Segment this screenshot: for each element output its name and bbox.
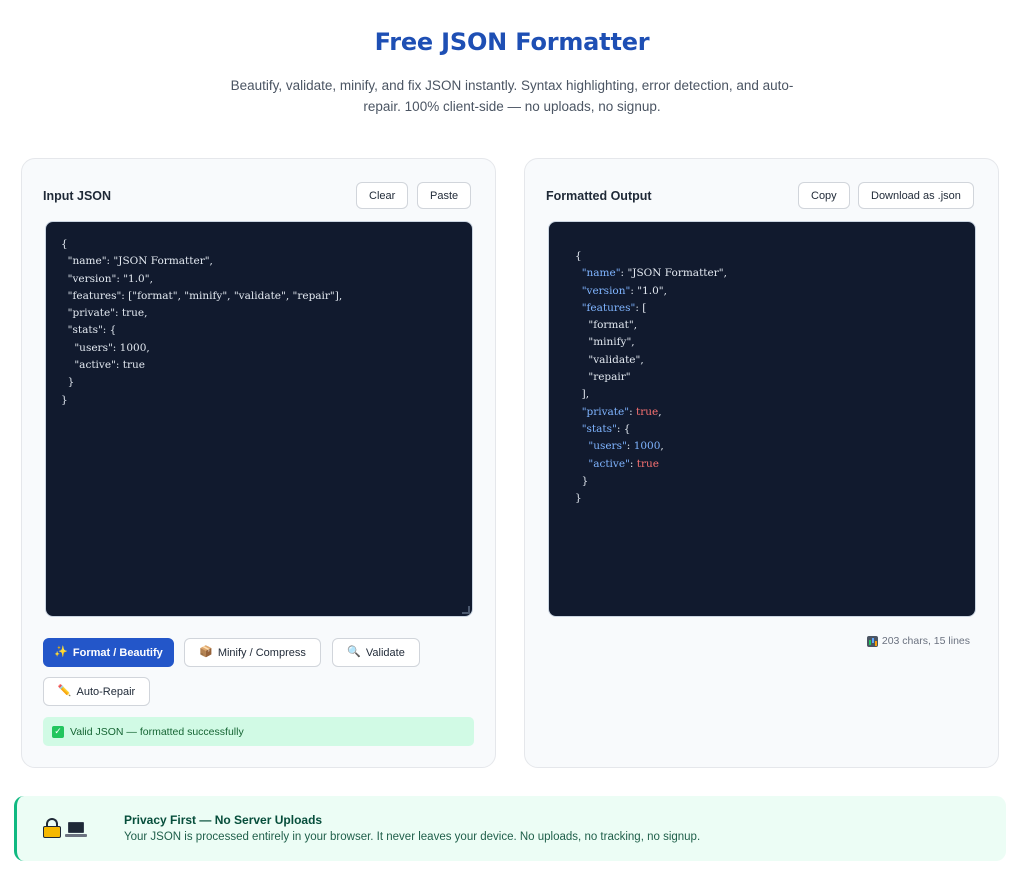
- output-token: ,: [658, 405, 662, 418]
- output-token: "format": [588, 319, 634, 332]
- validate-label: Validate: [365, 646, 405, 659]
- output-line: "features": [: [575, 301, 647, 314]
- format-beautify-button[interactable]: ✨ Format / Beautify: [43, 638, 174, 667]
- formatted-output-code: { "name": "JSON Formatter", "version": "…: [549, 222, 975, 521]
- output-token: ,: [633, 319, 638, 332]
- output-token: [575, 336, 588, 348]
- formatted-output: { "name": "JSON Formatter", "version": "…: [548, 221, 976, 617]
- pencil-icon: ✏️: [57, 685, 72, 697]
- output-token: "repair": [588, 371, 631, 384]
- output-token: : [: [635, 301, 647, 314]
- input-panel-title: Input JSON: [43, 189, 112, 203]
- bar-chart-icon: [866, 635, 878, 647]
- output-stats-text: 203 chars, 15 lines: [881, 635, 970, 647]
- output-token: [575, 285, 582, 297]
- magnifier-icon: 🔍: [347, 646, 361, 658]
- output-token: [575, 319, 588, 331]
- output-token: [575, 423, 582, 435]
- output-token: "minify": [588, 336, 632, 349]
- minify-compress-label: Minify / Compress: [217, 646, 306, 659]
- output-line: "version": "1.0",: [575, 285, 667, 297]
- auto-repair-label: Auto-Repair: [76, 685, 136, 698]
- output-token: [575, 354, 588, 366]
- privacy-banner: Privacy First — No Server Uploads Your J…: [14, 796, 1006, 861]
- output-line: "minify",: [575, 336, 635, 349]
- output-line: "private": true,: [575, 406, 662, 418]
- output-token: "features": [581, 301, 636, 314]
- output-token: 1000: [633, 440, 661, 453]
- paste-button[interactable]: Paste: [417, 182, 472, 209]
- privacy-title: Privacy First — No Server Uploads: [124, 813, 323, 827]
- output-token: : {: [616, 422, 631, 435]
- validate-button[interactable]: 🔍 Validate: [332, 638, 420, 667]
- output-token: [575, 406, 582, 418]
- page-title: Free JSON Formatter: [374, 28, 650, 56]
- output-token: "name": [581, 267, 621, 280]
- output-line: ],: [575, 388, 589, 400]
- output-token: "1.0": [637, 284, 664, 297]
- output-line: "stats": {: [575, 422, 631, 435]
- resize-handle[interactable]: [462, 606, 470, 614]
- output-token: "private": [581, 405, 630, 418]
- output-line: {: [575, 250, 582, 262]
- output-token: [575, 458, 588, 470]
- output-token: "users": [588, 440, 627, 453]
- output-line: }: [575, 492, 582, 504]
- json-input-textarea[interactable]: { "name": "JSON Formatter", "version": "…: [45, 221, 473, 617]
- output-token: ,: [660, 440, 664, 453]
- output-token: ,: [663, 284, 667, 297]
- download-json-button[interactable]: Download as .json: [858, 182, 974, 209]
- auto-repair-button[interactable]: ✏️ Auto-Repair: [43, 677, 150, 706]
- output-token: {: [575, 250, 582, 262]
- output-line: "validate",: [575, 353, 644, 366]
- output-token: "validate": [588, 353, 641, 366]
- output-token: [575, 371, 588, 383]
- laptop-icon: [65, 822, 87, 838]
- output-token: [575, 302, 582, 314]
- output-line: "active": true: [575, 458, 659, 470]
- input-panel: Input JSON Clear Paste { "name": "JSON F…: [21, 158, 496, 768]
- status-message: ✓ Valid JSON — formatted successfully: [43, 717, 474, 746]
- output-line: }: [575, 474, 589, 487]
- output-token: :: [629, 457, 637, 470]
- output-panel: Formatted Output Copy Download as .json …: [524, 158, 999, 768]
- output-token: ,: [631, 336, 635, 349]
- copy-button[interactable]: Copy: [798, 182, 850, 209]
- output-token: true: [635, 405, 659, 418]
- output-token: [575, 440, 588, 452]
- output-token: ,: [723, 267, 727, 280]
- json-input-text[interactable]: { "name": "JSON Formatter", "version": "…: [46, 222, 472, 423]
- output-token: :: [626, 440, 634, 453]
- output-token: "stats": [581, 422, 617, 435]
- output-token: [575, 267, 582, 279]
- output-stats: 203 chars, 15 lines: [866, 635, 970, 647]
- output-token: "version": [581, 284, 631, 297]
- sparkles-icon: ✨: [54, 646, 68, 658]
- output-token: ],: [575, 388, 590, 401]
- minify-compress-button[interactable]: 📦 Minify / Compress: [184, 638, 321, 667]
- output-token: ,: [640, 353, 644, 366]
- output-line: "format",: [575, 319, 637, 331]
- output-line: "repair": [575, 371, 631, 384]
- output-panel-title: Formatted Output: [546, 189, 652, 203]
- privacy-text: Your JSON is processed entirely in your …: [124, 831, 701, 843]
- output-line: "users": 1000,: [575, 440, 664, 453]
- check-icon: ✓: [52, 725, 64, 738]
- output-token: }: [575, 474, 589, 487]
- output-line: "name": "JSON Formatter",: [575, 267, 727, 279]
- output-token: :: [629, 405, 636, 418]
- page-subtitle: Beautify, validate, minify, and fix JSON…: [230, 78, 794, 114]
- output-token: }: [575, 492, 582, 505]
- clear-button[interactable]: Clear: [356, 182, 409, 209]
- package-icon: 📦: [199, 646, 213, 658]
- output-token: true: [636, 457, 659, 470]
- output-token: "active": [588, 457, 630, 470]
- status-text: Valid JSON — formatted successfully: [70, 725, 244, 738]
- lock-icon: [43, 818, 61, 838]
- output-token: "JSON Formatter": [627, 267, 724, 280]
- format-beautify-label: Format / Beautify: [72, 646, 163, 659]
